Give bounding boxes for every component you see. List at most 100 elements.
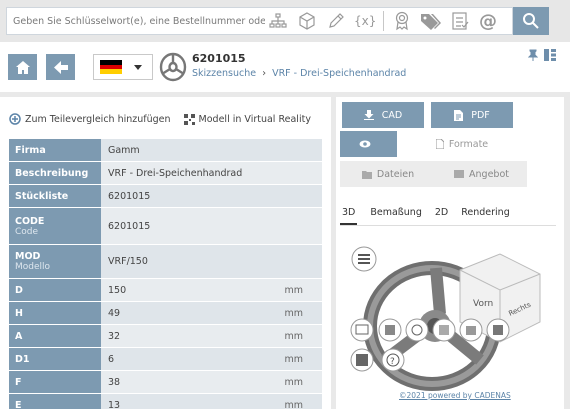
property-key: H [9,302,101,324]
quote-icon [454,170,465,178]
tab-2d[interactable]: 2D [435,207,448,225]
variable-icon[interactable]: {x} [352,8,378,34]
table-row: D1 6 mm [9,348,322,371]
property-key: MOD Modello [9,245,101,278]
cad-label: CAD [381,109,403,121]
table-row: MOD Modello VRF/150 [9,245,322,279]
perspective-button[interactable] [350,318,374,342]
search-icon [523,13,539,29]
tab-dimensions[interactable]: Bemaßung [370,207,422,225]
tab-3d[interactable]: 3D [340,207,358,225]
files-icon [361,171,372,179]
breadcrumb-item-part[interactable]: VRF - Drei-Speichenhandrad [272,68,406,79]
search-input[interactable] [7,9,265,33]
table-row: Firma Gamm [9,139,322,162]
arrow-left-icon [53,60,68,74]
breadcrumb-item-sketch-search[interactable]: Skizzensuche [192,68,256,79]
german-flag-icon [100,60,122,75]
property-value: 6 mm [101,348,322,370]
virtual-reality-link[interactable]: Modell in Virtual Reality [183,113,311,125]
pencil-icon[interactable] [323,8,349,34]
explode-button[interactable] [459,318,483,342]
hierarchy-icon[interactable] [265,8,291,34]
fit-view-button[interactable] [405,318,429,342]
table-row: F 38 mm [9,371,322,394]
property-key: E [9,394,101,409]
svg-text:{x}: {x} [354,14,376,28]
property-key-sublabel: Code [15,226,39,237]
property-key: F [9,371,101,393]
qr-code-icon [183,113,195,125]
part-header: 6201015 Skizzensuche › VRF - Drei-Speich… [0,42,570,92]
help-button[interactable]: ? [381,348,405,372]
property-key-label: H [15,307,23,319]
table-row: CODE Code 6201015 [9,208,322,245]
svg-text:@: @ [479,11,497,31]
property-key-label: D [15,284,23,296]
property-key-label: MOD [15,251,41,262]
tab-angebot[interactable]: Angebot [436,161,527,187]
part-number: 6201015 [192,52,246,65]
property-value-label: Gamm [108,144,140,156]
property-unit: mm [284,353,303,365]
property-key-label: CODE [15,215,45,227]
table-row: E 13 mm [9,394,322,409]
tab-rendering[interactable]: Rendering [461,207,510,225]
chevron-down-icon [134,64,142,70]
property-unit: mm [284,284,303,296]
property-value-label: 32 [108,330,121,342]
cube-icon[interactable] [294,8,320,34]
property-key-label: Firma [15,144,46,156]
3d-viewer[interactable]: Vorn Rechts ? [340,232,556,402]
property-value: 38 mm [101,371,322,393]
section-button[interactable] [432,318,456,342]
table-row: Stückliste 6201015 [9,185,322,208]
material-button[interactable] [350,348,374,372]
pin-icon[interactable] [526,48,540,62]
action-links: Zum Teilevergleich hinzufügen Modell in … [9,113,324,125]
property-value: VRF - Drei-Speichenhandrad [101,162,322,184]
property-value-label: VRF - Drei-Speichenhandrad [108,167,243,179]
property-key-label: F [15,376,22,388]
document-icon [454,109,464,121]
add-to-compare-link[interactable]: Zum Teilevergleich hinzufügen [9,113,171,125]
part-thumbnail [158,51,188,83]
property-value: 6201015 [101,185,322,207]
rotate-button[interactable] [378,318,402,342]
property-key: Stückliste [9,185,101,207]
at-icon[interactable]: @ [476,8,502,34]
shading-button[interactable] [486,318,510,342]
search-button[interactable] [513,7,549,35]
tab-dateien[interactable]: Dateien [340,161,436,187]
property-key: CODE Code [9,208,101,244]
property-value-label: 150 [108,284,127,296]
tab-view[interactable] [340,131,397,157]
breadcrumb: Skizzensuche › VRF - Drei-Speichenhandra… [192,68,406,79]
cad-button[interactable]: CAD [342,102,424,128]
menu-button[interactable] [351,246,377,272]
tags-icon[interactable] [418,8,444,34]
property-key-label: Stückliste [15,190,69,202]
pdf-label: PDF [471,109,490,121]
property-value: 32 mm [101,325,322,347]
tab-divider [340,225,556,226]
breadcrumb-separator: › [262,68,267,79]
property-key-label: Beschreibung [15,167,89,179]
pdf-button[interactable]: PDF [431,102,513,128]
property-unit: mm [284,330,303,342]
property-value-label: 6 [108,353,115,365]
property-key-label: A [15,330,23,342]
tab-formate[interactable]: Formate [397,131,527,157]
property-value-label: 13 [108,399,121,409]
cube-front-label: Vorn [473,299,493,309]
layout-icon[interactable] [543,48,557,62]
file-icon [435,139,444,149]
language-select[interactable] [93,54,153,80]
certificate-icon[interactable] [389,8,415,34]
home-button[interactable] [8,54,37,80]
virtual-reality-label: Modell in Virtual Reality [198,113,311,125]
toolbar-separator [383,11,384,31]
powered-by-link[interactable]: ©2021 powered by CADENAS [399,391,511,400]
back-button[interactable] [46,54,75,80]
checklist-icon[interactable] [447,8,473,34]
